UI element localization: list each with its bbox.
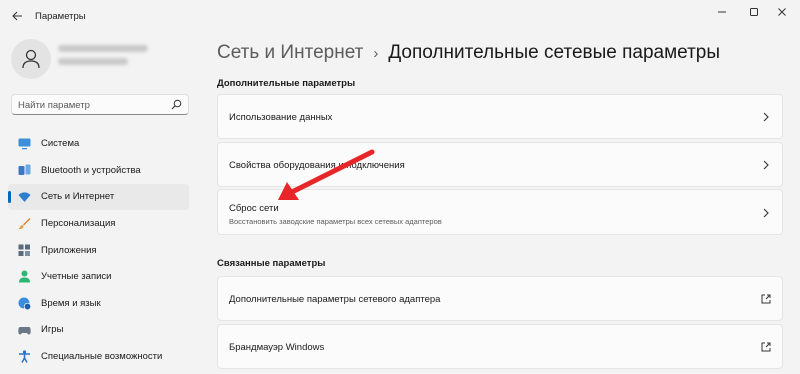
sidebar-item-accessibility[interactable]: Специальные возможности — [8, 344, 189, 370]
minimize-icon — [718, 11, 726, 13]
brush-icon — [18, 217, 31, 230]
card-title: Сброс сети — [229, 203, 279, 214]
sidebar-item-network[interactable]: Сеть и Интернет — [8, 184, 189, 210]
search-box[interactable] — [11, 94, 189, 115]
monitor-icon — [18, 137, 31, 150]
settings-window: Параметры Систем — [0, 0, 800, 374]
card-description: Восстановить заводские параметры всех се… — [229, 217, 442, 226]
app-title: Параметры — [35, 11, 86, 22]
card-title: Свойства оборудования и подключения — [229, 160, 405, 171]
sidebar-item-label: Система — [41, 138, 80, 150]
card-title: Брандмауэр Windows — [229, 342, 325, 353]
user-icon — [22, 49, 40, 69]
section-title-advanced: Дополнительные параметры — [217, 78, 356, 89]
search-icon[interactable] — [171, 99, 182, 110]
sidebar-nav: Система Bluetooth и устройства Сеть и Ин… — [8, 131, 189, 370]
section-title-related: Связанные параметры — [217, 258, 326, 269]
maximize-button[interactable] — [744, 5, 764, 19]
close-button[interactable] — [772, 5, 792, 19]
account-info-blurred — [58, 45, 148, 71]
sidebar-item-label: Персонализация — [41, 218, 116, 230]
wifi-icon — [18, 190, 31, 203]
data-usage-card[interactable]: Использование данных — [217, 94, 783, 139]
title-bar: Параметры — [0, 0, 800, 32]
network-reset-card[interactable]: Сброс сети Восстановить заводские параме… — [217, 189, 783, 235]
breadcrumb: Сеть и Интернет › Дополнительные сетевые… — [217, 41, 720, 65]
breadcrumb-separator-icon: › — [373, 44, 379, 62]
bluetooth-icon — [18, 164, 31, 177]
sidebar-item-label: Bluetooth и устройства — [41, 164, 141, 176]
avatar[interactable] — [11, 39, 51, 79]
apps-icon — [18, 244, 31, 257]
search-input[interactable] — [18, 98, 168, 112]
chevron-right-icon — [763, 160, 769, 170]
hardware-properties-card[interactable]: Свойства оборудования и подключения — [217, 142, 783, 187]
card-title: Дополнительные параметры сетевого адапте… — [229, 294, 441, 305]
adapter-options-card[interactable]: Дополнительные параметры сетевого адапте… — [217, 276, 783, 321]
page-title: Дополнительные сетевые параметры — [388, 42, 721, 63]
card-title: Использование данных — [229, 112, 333, 123]
sidebar-item-apps[interactable]: Приложения — [8, 237, 189, 263]
windows-firewall-card[interactable]: Брандмауэр Windows — [217, 324, 783, 369]
sidebar-item-time-language[interactable]: Время и язык — [8, 291, 189, 317]
chevron-right-icon — [763, 208, 769, 218]
sidebar-item-label: Учетные записи — [41, 271, 112, 283]
person-icon — [18, 270, 31, 283]
gamepad-icon — [18, 323, 31, 336]
sidebar-item-personalization[interactable]: Персонализация — [8, 211, 189, 237]
chevron-right-icon — [763, 112, 769, 122]
sidebar-item-gaming[interactable]: Игры — [8, 317, 189, 343]
sidebar-item-accounts[interactable]: Учетные записи — [8, 264, 189, 290]
close-icon — [778, 8, 786, 16]
sidebar-item-label: Игры — [41, 324, 64, 336]
open-external-icon — [761, 294, 771, 304]
globe-clock-icon — [18, 297, 31, 310]
back-button[interactable] — [8, 7, 26, 25]
open-external-icon — [761, 342, 771, 352]
accessibility-icon — [18, 350, 31, 363]
sidebar-item-system[interactable]: Система — [8, 131, 189, 157]
breadcrumb-parent[interactable]: Сеть и Интернет — [217, 42, 363, 64]
sidebar-item-bluetooth[interactable]: Bluetooth и устройства — [8, 158, 189, 184]
minimize-button[interactable] — [712, 5, 732, 19]
back-arrow-icon — [11, 11, 22, 21]
sidebar-item-label: Специальные возможности — [41, 351, 163, 362]
sidebar-item-label: Время и язык — [41, 297, 101, 309]
sidebar-item-label: Сеть и Интернет — [41, 191, 115, 203]
maximize-icon — [750, 8, 758, 16]
sidebar-item-label: Приложения — [41, 244, 97, 256]
